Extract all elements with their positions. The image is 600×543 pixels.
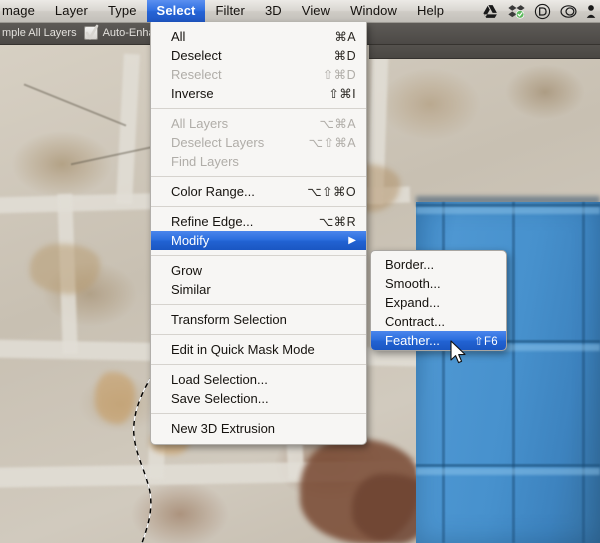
menu-bar[interactable]: mageLayerTypeSelectFilter3DViewWindowHel… [0, 0, 600, 23]
menu-bar-item-3d[interactable]: 3D [255, 0, 292, 22]
user-account-icon[interactable] [586, 3, 596, 20]
menu-item-deselect-layers: Deselect Layers ⌥⇧⌘A [151, 133, 366, 152]
menu-item-reselect: Reselect ⇧⌘D [151, 65, 366, 84]
submenu-item-label: Border... [385, 257, 498, 272]
modify-submenu[interactable]: Border... Smooth... Expand... Contract... Fe… [370, 250, 507, 351]
submenu-item-label: Contract... [385, 314, 498, 329]
menu-item-similar[interactable]: Similar [151, 280, 366, 299]
menu-item-label: Reselect [171, 67, 309, 82]
menu-item-label: Load Selection... [171, 372, 356, 387]
menu-separator [151, 255, 366, 256]
stone [95, 372, 135, 424]
menu-bar-item-window[interactable]: Window [340, 0, 407, 22]
menu-separator [151, 364, 366, 365]
menu-item-label: Modify [171, 233, 338, 248]
menu-item-label: New 3D Extrusion [171, 421, 356, 436]
dropbox-icon[interactable] [508, 3, 525, 20]
menu-item-label: Refine Edge... [171, 214, 305, 229]
menu-bar-item-filter[interactable]: Filter [205, 0, 255, 22]
sample-all-layers-label: mple All Layers [0, 27, 77, 39]
menu-item-grow[interactable]: Grow [151, 261, 366, 280]
select-dropdown-menu[interactable]: All ⌘A Deselect ⌘D Reselect ⇧⌘D Inverse ⇧⌘I All … [150, 22, 367, 445]
checkmark-icon [84, 24, 100, 42]
menu-bar-item-type[interactable]: Type [98, 0, 147, 22]
menu-item-shortcut: ⌥⇧⌘A [309, 135, 356, 150]
submenu-item-shortcut: ⇧F6 [474, 334, 498, 348]
submenu-item-feather[interactable]: Feather...⇧F6 [371, 331, 506, 350]
menu-item-save-selection[interactable]: Save Selection... [151, 389, 366, 408]
menu-item-label: Edit in Quick Mask Mode [171, 342, 356, 357]
menu-item-label: All Layers [171, 116, 306, 131]
menu-item-transform-selection[interactable]: Transform Selection [151, 310, 366, 329]
stone [30, 244, 100, 294]
document-toolbar-strip [369, 44, 600, 59]
menu-item-shortcut: ⌥⌘R [319, 214, 356, 229]
menu-item-label: Color Range... [171, 184, 293, 199]
menu-bar-item-view[interactable]: View [292, 0, 340, 22]
menu-item-shortcut: ⌥⌘A [320, 116, 356, 131]
menu-separator [151, 108, 366, 109]
menu-item-shortcut: ⌥⇧⌘O [307, 184, 356, 199]
menu-item-shortcut: ⌘D [334, 48, 356, 63]
menu-item-label: Inverse [171, 86, 314, 101]
menu-item-shortcut: ⇧⌘I [328, 86, 356, 101]
menu-item-label: Grow [171, 263, 356, 278]
menu-item-label: Deselect [171, 48, 320, 63]
submenu-item-border[interactable]: Border... [371, 255, 506, 274]
dropbox-alt-icon[interactable] [534, 3, 551, 20]
submenu-arrow-icon: ▶ [348, 235, 356, 246]
menu-separator [151, 413, 366, 414]
menu-item-shortcut: ⇧⌘D [323, 67, 356, 82]
creative-cloud-icon[interactable] [560, 3, 577, 20]
menu-item-color-range[interactable]: Color Range... ⌥⇧⌘O [151, 182, 366, 201]
menu-separator [151, 304, 366, 305]
submenu-item-label: Expand... [385, 295, 498, 310]
menu-item-inverse[interactable]: Inverse ⇧⌘I [151, 84, 366, 103]
menu-item-label: All [171, 29, 320, 44]
menu-item-modify[interactable]: Modify ▶ [151, 231, 366, 250]
menu-separator [151, 206, 366, 207]
menu-item-label: Transform Selection [171, 312, 356, 327]
menu-bar-item-layer[interactable]: Layer [45, 0, 98, 22]
menu-item-refine-edge[interactable]: Refine Edge... ⌥⌘R [151, 212, 366, 231]
menu-bar-items: mageLayerTypeSelectFilter3DViewWindowHel… [0, 0, 454, 22]
auto-enhance-checkbox[interactable] [84, 26, 98, 40]
submenu-item-label: Smooth... [385, 276, 498, 291]
menu-item-shortcut: ⌘A [334, 29, 356, 44]
menu-item-label: Similar [171, 282, 356, 297]
google-drive-icon[interactable] [482, 3, 499, 20]
photoshop-window: e Photoshop CS6 mple All Layers Auto-Enh… [0, 0, 600, 543]
menu-item-label: Deselect Layers [171, 135, 295, 150]
submenu-item-label: Feather... [385, 333, 474, 348]
menu-separator [151, 176, 366, 177]
menu-item-load-selection[interactable]: Load Selection... [151, 370, 366, 389]
submenu-item-smooth[interactable]: Smooth... [371, 274, 506, 293]
menu-item-all-layers: All Layers ⌥⌘A [151, 114, 366, 133]
menu-item-all[interactable]: All ⌘A [151, 27, 366, 46]
menu-bar-status-icons [482, 0, 600, 22]
menu-bar-item-mage[interactable]: mage [0, 0, 45, 22]
submenu-item-contract[interactable]: Contract... [371, 312, 506, 331]
menu-bar-item-help[interactable]: Help [407, 0, 454, 22]
menu-bar-item-select[interactable]: Select [147, 0, 206, 22]
menu-item-label: Save Selection... [171, 391, 356, 406]
menu-separator [151, 334, 366, 335]
menu-item-edit-in-quick-mask-mode[interactable]: Edit in Quick Mask Mode [151, 340, 366, 359]
menu-item-label: Find Layers [171, 154, 356, 169]
menu-item-find-layers: Find Layers [151, 152, 366, 171]
menu-item-new-3d-extrusion[interactable]: New 3D Extrusion [151, 419, 366, 438]
submenu-item-expand[interactable]: Expand... [371, 293, 506, 312]
menu-item-deselect[interactable]: Deselect ⌘D [151, 46, 366, 65]
